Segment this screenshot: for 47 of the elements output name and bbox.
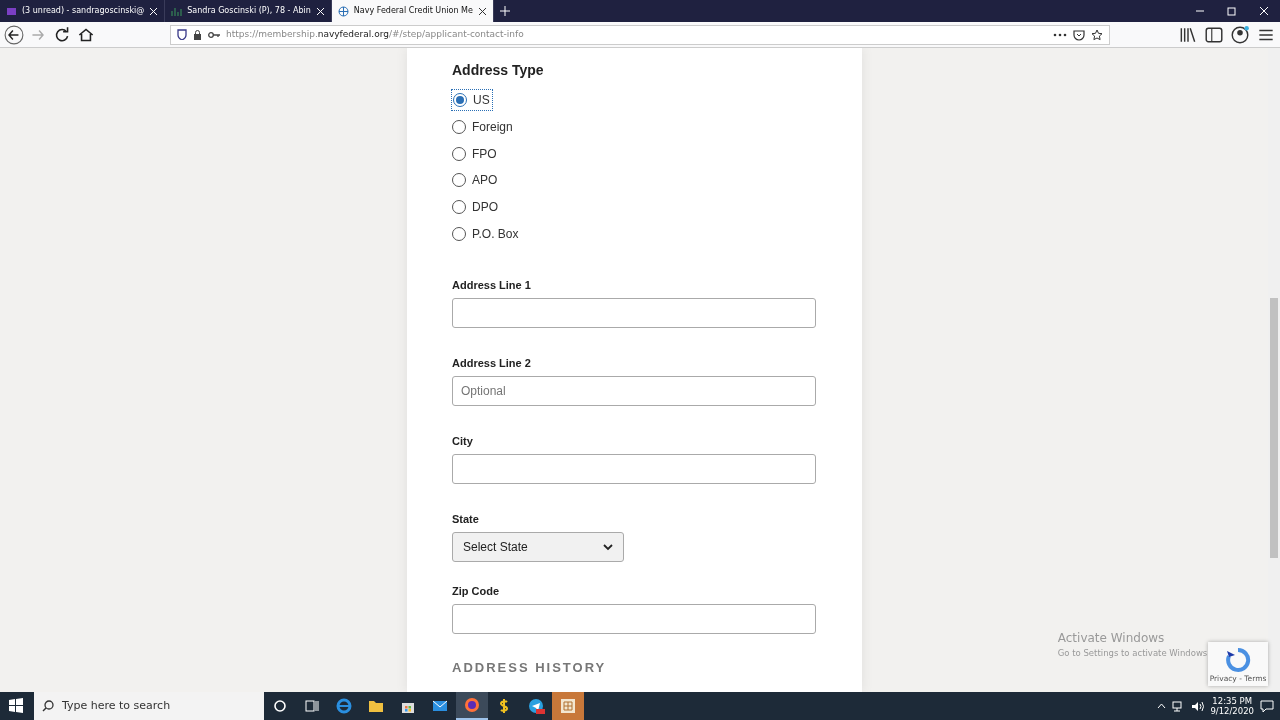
field-label: Zip Code (452, 584, 501, 599)
account-icon[interactable] (1230, 24, 1250, 45)
speaker-icon[interactable] (1191, 700, 1205, 712)
star-icon[interactable] (1091, 28, 1103, 41)
field-label: City (452, 434, 474, 449)
window-app-icon[interactable] (559, 697, 577, 715)
address-bar[interactable]: https://membership.navyfederal.org/#/step/applicant-contact-info (170, 24, 1110, 45)
notification-icon[interactable] (1260, 699, 1274, 713)
browser-tab[interactable]: Navy Federal Credit Union Me (331, 0, 494, 22)
close-icon[interactable] (477, 6, 487, 16)
radio-label: US (473, 92, 490, 109)
taskbar-clock[interactable]: 12:35 PM 9/12/2020 (1210, 695, 1254, 717)
activation-title: Activate Windows (1057, 630, 1166, 648)
input-field[interactable]: Optional (452, 376, 816, 407)
padlock-icon (193, 29, 202, 40)
globe-icon (337, 5, 349, 17)
activation-subtitle: Go to Settings to activate Windows. (1057, 647, 1210, 660)
section-heading: ADDRESS HISTORY (452, 660, 608, 677)
chevron-down-icon (603, 543, 613, 551)
browser-e-icon[interactable] (335, 697, 353, 715)
field-label: State (452, 512, 480, 527)
input-field[interactable] (452, 298, 816, 329)
radio-label: DPO (472, 199, 498, 217)
windows-logo-icon[interactable] (7, 697, 25, 715)
more-dots-icon[interactable] (1053, 32, 1067, 37)
pocket-icon[interactable] (1073, 28, 1085, 41)
radio-label: APO (472, 172, 498, 190)
taskbar-search-field[interactable]: Type here to search (34, 692, 264, 720)
paper-plane-icon[interactable] (527, 697, 545, 715)
input-field[interactable] (452, 454, 816, 485)
shield-icon (177, 29, 187, 40)
field-label: Address Line 1 (452, 278, 532, 293)
radio-label: FPO (472, 145, 497, 163)
chart-icon (171, 5, 183, 17)
url-text: https://membership.navyfederal.org/#/step/applicant-contact-info (226, 27, 524, 41)
search-icon (42, 700, 54, 712)
recaptcha-icon (1225, 646, 1251, 673)
chevron-up-icon[interactable] (1157, 703, 1167, 709)
radio-label: P.O. Box (472, 225, 519, 243)
field-label: Address Line 2 (452, 356, 532, 371)
radio-label: Foreign (472, 119, 513, 137)
key-icon (208, 30, 220, 39)
group-label: Address Type (452, 61, 545, 80)
input-field[interactable] (452, 604, 816, 635)
circle-icon[interactable] (271, 697, 289, 715)
state-dropdown[interactable]: Select State (452, 532, 624, 563)
task-view-icon[interactable] (303, 697, 321, 715)
